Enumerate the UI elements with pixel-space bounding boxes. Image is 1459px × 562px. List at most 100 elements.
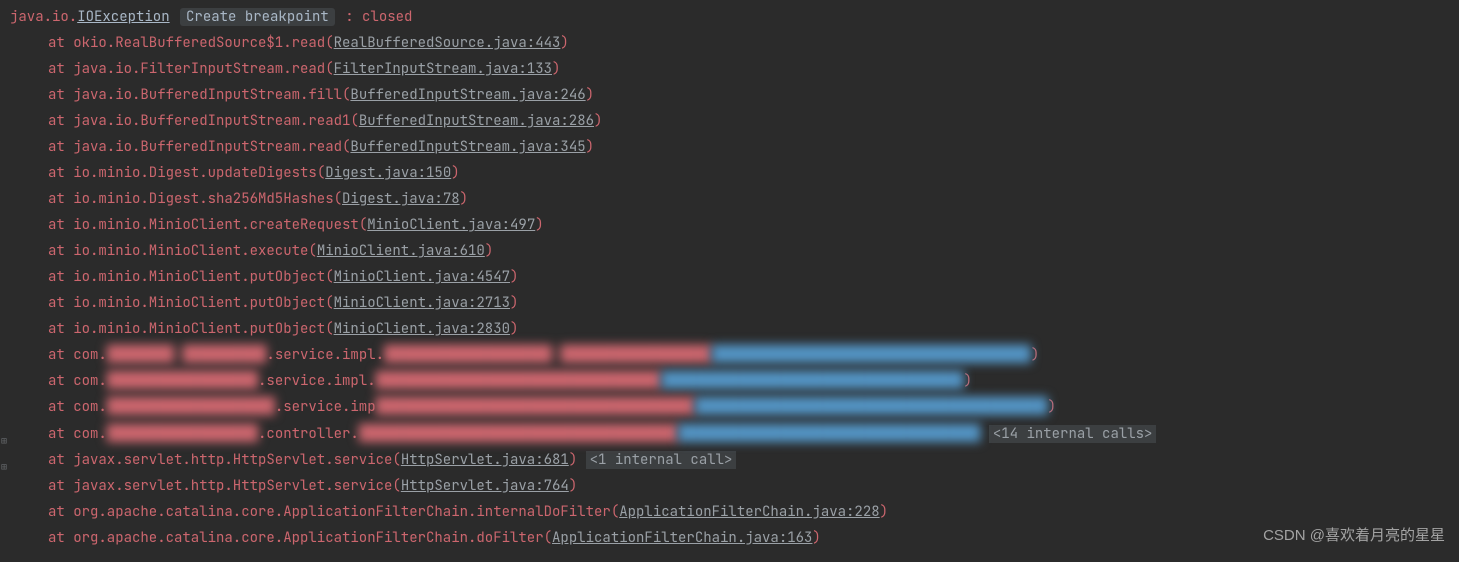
obfuscated-link: ██████████████████████████████████████	[712, 346, 1031, 364]
stack-frame: at java.io.BufferedInputStream.read1(Buf…	[10, 108, 1459, 134]
stack-frame: at javax.servlet.http.HttpServlet.servic…	[10, 473, 1459, 499]
create-breakpoint-button[interactable]: Create breakpoint	[180, 8, 335, 26]
at-keyword: at	[48, 112, 73, 130]
stack-frame: at org.apache.catalina.core.ApplicationF…	[10, 525, 1459, 551]
frame-call: io.minio.MinioClient.putObject	[73, 268, 325, 286]
at-keyword: at	[48, 451, 73, 469]
source-link[interactable]: BufferedInputStream.java:246	[350, 86, 585, 104]
at-keyword: at	[48, 60, 73, 78]
exception-line: java.io.IOException Create breakpoint : …	[10, 4, 1459, 30]
source-link[interactable]: HttpServlet.java:764	[401, 477, 569, 495]
stack-frame: at io.minio.MinioClient.putObject(MinioC…	[10, 316, 1459, 342]
expand-icon[interactable]: ⊞	[1, 432, 7, 451]
exception-message: closed	[362, 8, 412, 26]
frame-call: org.apache.catalina.core.ApplicationFilt…	[73, 529, 543, 547]
stack-frame: at io.minio.MinioClient.createRequest(Mi…	[10, 212, 1459, 238]
at-keyword: at	[48, 138, 73, 156]
frame-call: javax.servlet.http.HttpServlet.service	[73, 451, 392, 469]
source-link[interactable]: ApplicationFilterChain.java:228	[619, 503, 879, 521]
stacktrace-console: java.io.IOException Create breakpoint : …	[0, 0, 1459, 551]
close-paren: )	[1048, 398, 1056, 416]
stack-frame: at java.io.FilterInputStream.read(Filter…	[10, 56, 1459, 82]
obf-prefix: com.	[73, 425, 107, 443]
at-keyword: at	[48, 86, 73, 104]
frame-call: io.minio.MinioClient.createRequest	[73, 216, 359, 234]
source-link[interactable]: MinioClient.java:497	[367, 216, 535, 234]
stack-frame: ⊞at javax.servlet.http.HttpServlet.servi…	[10, 447, 1459, 473]
frame-call: io.minio.MinioClient.putObject	[73, 294, 325, 312]
stack-frame: at io.minio.Digest.updateDigests(Digest.…	[10, 160, 1459, 186]
source-link[interactable]: ApplicationFilterChain.java:163	[552, 529, 812, 547]
obfuscated-text: ██████████████████████████████████████	[376, 398, 695, 416]
stack-frame: at io.minio.Digest.sha256Md5Hashes(Diges…	[10, 186, 1459, 212]
at-keyword: at	[48, 216, 73, 234]
frame-call: java.io.BufferedInputStream.read	[73, 138, 342, 156]
stack-frame-obfuscated: at com.████████████████████.service.imp█…	[10, 394, 1459, 420]
stack-frame: at okio.RealBufferedSource$1.read(RealBu…	[10, 30, 1459, 56]
source-link[interactable]: HttpServlet.java:681	[401, 451, 569, 469]
frame-call: java.io.FilterInputStream.read	[73, 60, 325, 78]
stack-frame: at java.io.BufferedInputStream.read(Buff…	[10, 134, 1459, 160]
source-link[interactable]: MinioClient.java:610	[317, 242, 485, 260]
at-keyword: at	[48, 529, 73, 547]
obf-prefix: com.	[73, 372, 107, 390]
obfuscated-text: ██████████████████████████████████	[376, 372, 662, 390]
frame-call: okio.RealBufferedSource$1.read	[73, 34, 325, 52]
at-keyword: at	[48, 242, 73, 260]
exception-separator: :	[345, 8, 362, 26]
frame-call: io.minio.Digest.sha256Md5Hashes	[73, 190, 333, 208]
at-keyword: at	[48, 320, 73, 338]
frame-call: io.minio.MinioClient.execute	[73, 242, 308, 260]
frame-call: io.minio.Digest.updateDigests	[73, 164, 317, 182]
obf-prefix: com.	[73, 346, 107, 364]
stack-frame: at io.minio.MinioClient.execute(MinioCli…	[10, 238, 1459, 264]
at-keyword: at	[48, 398, 73, 416]
source-link[interactable]: Digest.java:78	[342, 190, 460, 208]
obfuscated-link: ████████████████████████████████████	[678, 425, 980, 443]
internal-calls-badge[interactable]: <1 internal call>	[586, 451, 737, 469]
stack-frame: at org.apache.catalina.core.ApplicationF…	[10, 499, 1459, 525]
close-paren: )	[560, 34, 568, 52]
obf-mid: .controller.	[258, 425, 359, 443]
stack-frame-obfuscated: at com.████████ ██████████.service.impl.…	[10, 342, 1459, 368]
frame-call: java.io.BufferedInputStream.fill	[73, 86, 342, 104]
source-link[interactable]: BufferedInputStream.java:345	[350, 138, 585, 156]
source-link[interactable]: FilterInputStream.java:133	[334, 60, 552, 78]
frame-call: java.io.BufferedInputStream.read1	[73, 112, 350, 130]
at-keyword: at	[48, 346, 73, 364]
obf-prefix: com.	[73, 398, 107, 416]
source-link[interactable]: MinioClient.java:2713	[334, 294, 510, 312]
obf-mid: .service.imp	[275, 398, 376, 416]
expand-icon[interactable]: ⊞	[1, 458, 7, 477]
obfuscated-text: ██████████████████	[107, 425, 258, 443]
at-keyword: at	[48, 372, 73, 390]
obfuscated-text: ████████████████████ ██████████████████	[384, 346, 712, 364]
open-paren: (	[325, 34, 333, 52]
exception-class-link[interactable]: IOException	[77, 8, 169, 26]
at-keyword: at	[48, 425, 73, 443]
frame-call: javax.servlet.http.HttpServlet.service	[73, 477, 392, 495]
frame-call: io.minio.MinioClient.putObject	[73, 320, 325, 338]
obfuscated-text: ████████ ██████████	[107, 346, 267, 364]
obf-mid: .service.impl.	[266, 346, 384, 364]
at-keyword: at	[48, 503, 73, 521]
source-link[interactable]: RealBufferedSource.java:443	[334, 34, 561, 52]
stack-frame: at io.minio.MinioClient.putObject(MinioC…	[10, 264, 1459, 290]
source-link[interactable]: MinioClient.java:4547	[334, 268, 510, 286]
at-keyword: at	[48, 34, 73, 52]
source-link[interactable]: MinioClient.java:2830	[334, 320, 510, 338]
close-paren: )	[964, 372, 972, 390]
obfuscated-text: ████████████████████	[107, 398, 275, 416]
source-link[interactable]: BufferedInputStream.java:286	[359, 112, 594, 130]
frame-call: org.apache.catalina.core.ApplicationFilt…	[73, 503, 611, 521]
internal-calls-badge[interactable]: <14 internal calls>	[989, 425, 1157, 443]
source-link[interactable]: Digest.java:150	[325, 164, 451, 182]
at-keyword: at	[48, 477, 73, 495]
at-keyword: at	[48, 190, 73, 208]
obfuscated-link: ████████████████████████████████████	[661, 372, 963, 390]
exception-package: java.io.	[10, 8, 77, 26]
stack-frame-obfuscated: ⊞at com.██████████████████.controller.██…	[10, 421, 1459, 447]
obfuscated-text: ██████████████████	[107, 372, 258, 390]
at-keyword: at	[48, 268, 73, 286]
stack-frame-obfuscated: at com.██████████████████.service.impl.█…	[10, 368, 1459, 394]
